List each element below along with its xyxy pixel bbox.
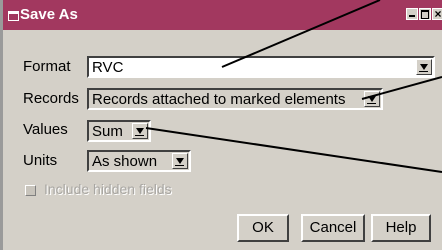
values-select[interactable]: Sum [87, 120, 151, 142]
save-as-dialog: Save As × Format RVC Records Records att… [0, 0, 442, 250]
chevron-down-icon[interactable] [416, 59, 432, 75]
values-value: Sum [92, 123, 123, 140]
units-label: Units [23, 152, 58, 169]
format-value: RVC [92, 59, 124, 76]
title-bar[interactable]: Save As × [3, 0, 442, 30]
include-hidden-checkbox[interactable] [25, 185, 36, 196]
format-label: Format [23, 58, 71, 75]
window-menu-icon[interactable] [8, 11, 19, 21]
minimize-icon[interactable] [406, 8, 418, 20]
chevron-down-icon[interactable] [364, 91, 380, 107]
maximize-icon[interactable] [419, 8, 431, 20]
format-select[interactable]: RVC [87, 56, 435, 78]
ok-button[interactable]: OK [237, 214, 289, 242]
records-select[interactable]: Records attached to marked elements [87, 88, 383, 110]
records-label: Records [23, 90, 79, 107]
help-button[interactable]: Help [371, 214, 431, 242]
units-select[interactable]: As shown [87, 150, 191, 172]
cancel-button[interactable]: Cancel [301, 214, 365, 242]
include-hidden-label: Include hidden fields [44, 181, 172, 197]
chevron-down-icon[interactable] [132, 123, 148, 139]
dialog-title: Save As [20, 6, 78, 23]
values-label: Values [23, 121, 68, 138]
units-value: As shown [92, 153, 158, 170]
close-icon[interactable]: × [432, 8, 442, 20]
chevron-down-icon[interactable] [172, 153, 188, 169]
records-value: Records attached to marked elements [92, 91, 346, 108]
